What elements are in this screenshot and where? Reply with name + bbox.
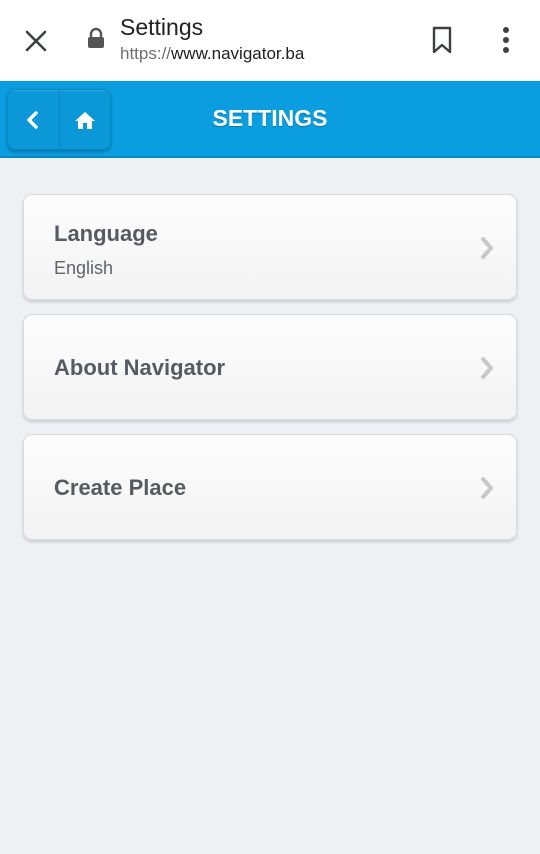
home-button[interactable] (58, 90, 110, 149)
chevron-right-icon (481, 477, 493, 499)
address-area[interactable]: Settings https://www.navigator.ba (120, 13, 304, 67)
settings-item-language[interactable]: Language English (23, 194, 517, 300)
settings-item-label: Language (54, 221, 158, 246)
app-header: SETTINGS (0, 81, 540, 158)
settings-list: Language English About Navigator Create … (23, 194, 517, 554)
bookmark-icon (432, 26, 452, 54)
nav-button-group (7, 89, 111, 150)
url-text: https://www.navigator.ba (120, 41, 304, 67)
lock-icon (88, 27, 104, 48)
url-scheme: https:// (120, 44, 172, 63)
settings-item-about[interactable]: About Navigator (23, 314, 517, 420)
settings-item-value: English (54, 258, 114, 278)
page-title: Settings (120, 14, 204, 40)
more-vertical-icon (503, 27, 509, 53)
close-tab-button[interactable] (16, 21, 56, 61)
browser-toolbar: Settings https://www.navigator.ba (0, 0, 540, 81)
home-icon (74, 111, 95, 129)
settings-item-label: About Navigator (54, 355, 226, 380)
bookmark-button[interactable] (424, 20, 460, 60)
back-button[interactable] (8, 90, 59, 149)
overflow-menu-button[interactable] (488, 20, 524, 60)
chevron-left-icon (27, 110, 39, 129)
url-host: www.navigator.ba (171, 44, 305, 63)
settings-item-create-place[interactable]: Create Place (23, 434, 517, 540)
close-icon (25, 30, 47, 52)
chevron-right-icon (481, 237, 493, 259)
chevron-right-icon (481, 357, 493, 379)
settings-item-label: Create Place (54, 475, 187, 500)
